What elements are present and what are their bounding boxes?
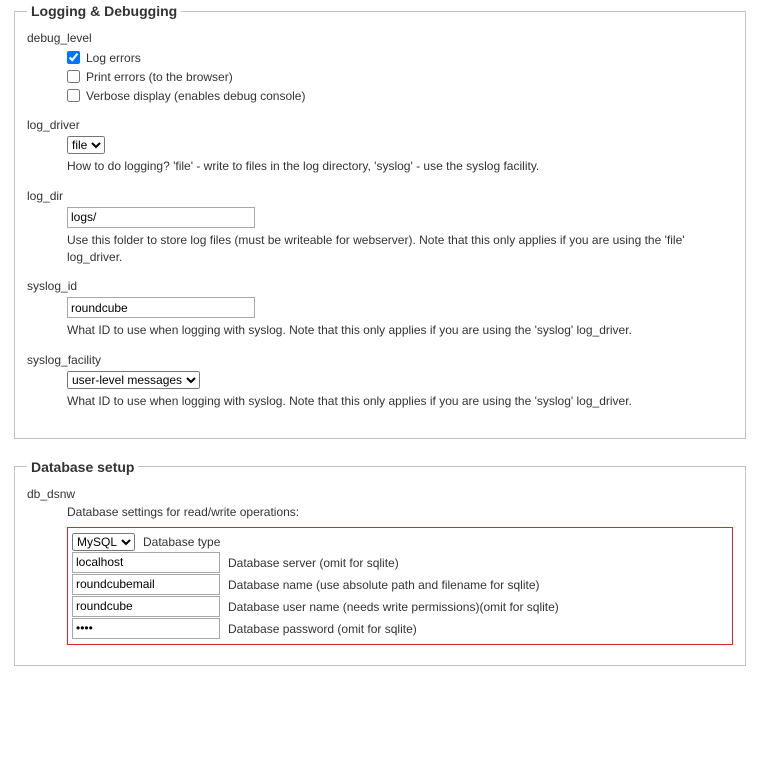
legend-logging: Logging & Debugging: [27, 3, 181, 19]
legend-database: Database setup: [27, 459, 138, 475]
fieldset-logging: Logging & Debugging debug_level Log erro…: [14, 3, 746, 439]
input-db-user[interactable]: [72, 596, 220, 617]
label-debug-level: debug_level: [27, 31, 733, 45]
label-syslog-id: syslog_id: [27, 279, 733, 293]
db-row-type: MySQL Database type: [72, 533, 728, 551]
desc-syslog-id: What ID to use when logging with syslog.…: [67, 322, 733, 339]
db-server-desc: Database server (omit for sqlite): [228, 555, 399, 570]
checkbox-log-errors[interactable]: [67, 51, 80, 64]
setting-syslog-id: syslog_id What ID to use when logging wi…: [27, 279, 733, 339]
select-syslog-facility[interactable]: user-level messages: [67, 371, 200, 389]
db-user-desc: Database user name (needs write permissi…: [228, 599, 559, 614]
checkbox-verbose[interactable]: [67, 89, 80, 102]
db-type-desc: Database type: [143, 534, 220, 549]
checkbox-log-errors-label: Log errors: [86, 50, 141, 65]
debug-level-row-verbose: Verbose display (enables debug console): [67, 87, 733, 104]
debug-level-row-log-errors: Log errors: [67, 49, 733, 66]
setting-syslog-facility: syslog_facility user-level messages What…: [27, 353, 733, 410]
page-scroll[interactable]: Logging & Debugging debug_level Log erro…: [0, 0, 756, 764]
db-pass-desc: Database password (omit for sqlite): [228, 621, 417, 636]
label-syslog-facility: syslog_facility: [27, 353, 733, 367]
desc-log-dir: Use this folder to store log files (must…: [67, 232, 733, 266]
label-db-dsnw: db_dsnw: [27, 487, 733, 501]
db-name-desc: Database name (use absolute path and fil…: [228, 577, 540, 592]
desc-log-driver: How to do logging? 'file' - write to fil…: [67, 158, 733, 175]
checkbox-print-errors[interactable]: [67, 70, 80, 83]
setting-debug-level: debug_level Log errors Print errors (to …: [27, 31, 733, 104]
db-intro: Database settings for read/write operati…: [67, 505, 733, 519]
db-settings-box: MySQL Database type Database server (omi…: [67, 527, 733, 645]
fieldset-database: Database setup db_dsnw Database settings…: [14, 459, 746, 666]
checkbox-verbose-label: Verbose display (enables debug console): [86, 88, 305, 103]
debug-level-row-print-errors: Print errors (to the browser): [67, 68, 733, 85]
select-db-type[interactable]: MySQL: [72, 533, 135, 551]
input-db-name[interactable]: [72, 574, 220, 595]
input-syslog-id[interactable]: [67, 297, 255, 318]
db-row-pass: Database password (omit for sqlite): [72, 618, 728, 639]
checkbox-print-errors-label: Print errors (to the browser): [86, 69, 233, 84]
label-log-dir: log_dir: [27, 189, 733, 203]
db-row-user: Database user name (needs write permissi…: [72, 596, 728, 617]
db-row-name: Database name (use absolute path and fil…: [72, 574, 728, 595]
input-db-server[interactable]: [72, 552, 220, 573]
select-log-driver[interactable]: file: [67, 136, 105, 154]
setting-log-dir: log_dir Use this folder to store log fil…: [27, 189, 733, 266]
input-log-dir[interactable]: [67, 207, 255, 228]
label-log-driver: log_driver: [27, 118, 733, 132]
setting-db-dsnw: db_dsnw Database settings for read/write…: [27, 487, 733, 645]
setting-log-driver: log_driver file How to do logging? 'file…: [27, 118, 733, 175]
desc-syslog-facility: What ID to use when logging with syslog.…: [67, 393, 733, 410]
db-row-server: Database server (omit for sqlite): [72, 552, 728, 573]
input-db-pass[interactable]: [72, 618, 220, 639]
